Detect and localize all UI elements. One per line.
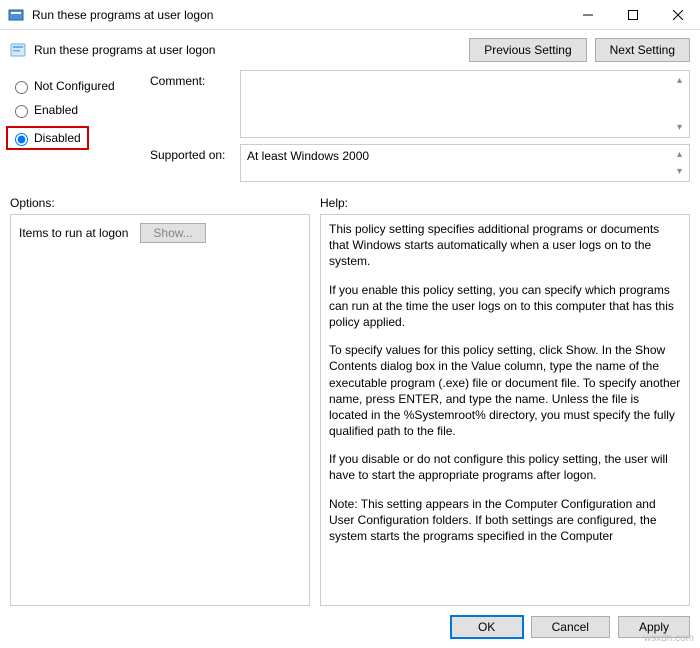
- next-setting-button[interactable]: Next Setting: [595, 38, 690, 62]
- cancel-button[interactable]: Cancel: [531, 616, 610, 638]
- radio-not-configured-label: Not Configured: [34, 79, 115, 93]
- radio-enabled-label: Enabled: [34, 103, 78, 117]
- supported-value: At least Windows 2000: [247, 149, 369, 163]
- radio-enabled[interactable]: Enabled: [10, 98, 140, 122]
- help-paragraph: Note: This setting appears in the Comput…: [329, 496, 681, 545]
- apply-button[interactable]: Apply: [618, 616, 690, 638]
- help-paragraph: To specify values for this policy settin…: [329, 342, 681, 439]
- window-controls: [565, 0, 700, 30]
- radio-disabled-label: Disabled: [34, 131, 81, 145]
- help-paragraph: If you enable this policy setting, you c…: [329, 282, 681, 331]
- header-row: Run these programs at user logon Previou…: [0, 30, 700, 70]
- supported-label: Supported on:: [150, 144, 240, 162]
- app-icon: [8, 7, 24, 23]
- radio-disabled[interactable]: Disabled: [10, 130, 81, 146]
- state-radio-group: Not Configured Enabled Disabled: [10, 70, 140, 188]
- comment-row: Comment: ▴ ▾: [150, 70, 690, 138]
- supported-box: At least Windows 2000 ▴ ▾: [240, 144, 690, 182]
- window-title: Run these programs at user logon: [32, 8, 565, 22]
- radio-not-configured[interactable]: Not Configured: [10, 74, 140, 98]
- help-paragraph: If you disable or do not configure this …: [329, 451, 681, 483]
- minimize-button[interactable]: [565, 0, 610, 30]
- options-row: Items to run at logon Show...: [19, 223, 301, 243]
- options-section-label: Options:: [10, 196, 320, 210]
- radio-disabled-input[interactable]: [15, 133, 28, 146]
- fields-column: Comment: ▴ ▾ Supported on: At least Wind…: [150, 70, 690, 188]
- comment-textarea[interactable]: ▴ ▾: [240, 70, 690, 138]
- maximize-button[interactable]: [610, 0, 655, 30]
- show-button: Show...: [140, 223, 205, 243]
- lower-labels: Options: Help:: [0, 188, 700, 214]
- items-to-run-label: Items to run at logon: [19, 226, 128, 240]
- help-panel[interactable]: This policy setting specifies additional…: [320, 214, 690, 606]
- scroll-down-icon[interactable]: ▾: [672, 164, 687, 179]
- dialog-buttons: OK Cancel Apply: [0, 606, 700, 648]
- policy-title: Run these programs at user logon: [34, 43, 461, 57]
- scroll-down-icon[interactable]: ▾: [672, 120, 687, 135]
- settings-area: Not Configured Enabled Disabled Comment:…: [0, 70, 700, 188]
- help-section-label: Help:: [320, 196, 348, 210]
- radio-enabled-input[interactable]: [15, 105, 28, 118]
- close-button[interactable]: [655, 0, 700, 30]
- ok-button[interactable]: OK: [451, 616, 523, 638]
- comment-label: Comment:: [150, 70, 240, 88]
- lower-panels: Items to run at logon Show... This polic…: [0, 214, 700, 606]
- policy-icon: [10, 42, 26, 58]
- help-paragraph: This policy setting specifies additional…: [329, 221, 681, 270]
- titlebar: Run these programs at user logon: [0, 0, 700, 30]
- scroll-up-icon[interactable]: ▴: [672, 147, 687, 162]
- previous-setting-button[interactable]: Previous Setting: [469, 38, 586, 62]
- options-panel: Items to run at logon Show...: [10, 214, 310, 606]
- radio-disabled-highlight: Disabled: [6, 126, 89, 150]
- scroll-up-icon[interactable]: ▴: [672, 73, 687, 88]
- supported-row: Supported on: At least Windows 2000 ▴ ▾: [150, 144, 690, 182]
- radio-not-configured-input[interactable]: [15, 81, 28, 94]
